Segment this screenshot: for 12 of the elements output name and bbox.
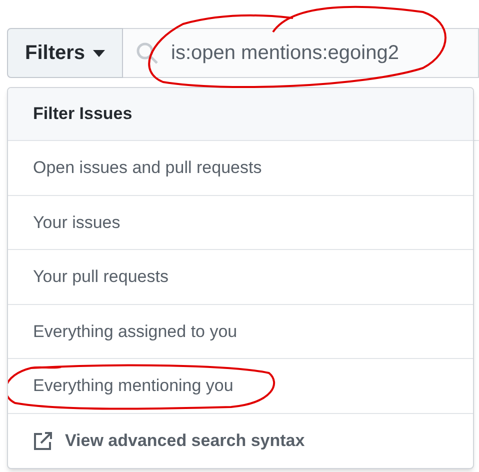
menu-item[interactable]: Your pull requests (8, 250, 473, 304)
menu-item[interactable]: Everything mentioning you (8, 359, 473, 414)
filters-button[interactable]: Filters (7, 28, 123, 78)
search-icon (135, 41, 159, 65)
search-field[interactable]: is:open mentions:egoing2 (123, 28, 479, 78)
menu-title: Filter Issues (33, 103, 132, 126)
caret-icon (93, 50, 106, 56)
external-link-icon (33, 430, 53, 451)
menu-item[interactable]: Your issues (8, 196, 473, 250)
advanced-search-link[interactable]: View advanced search syntax (65, 428, 305, 454)
menu-item[interactable]: Open issues and pull requests (8, 141, 473, 196)
menu-item[interactable]: Everything assigned to you (8, 304, 473, 359)
